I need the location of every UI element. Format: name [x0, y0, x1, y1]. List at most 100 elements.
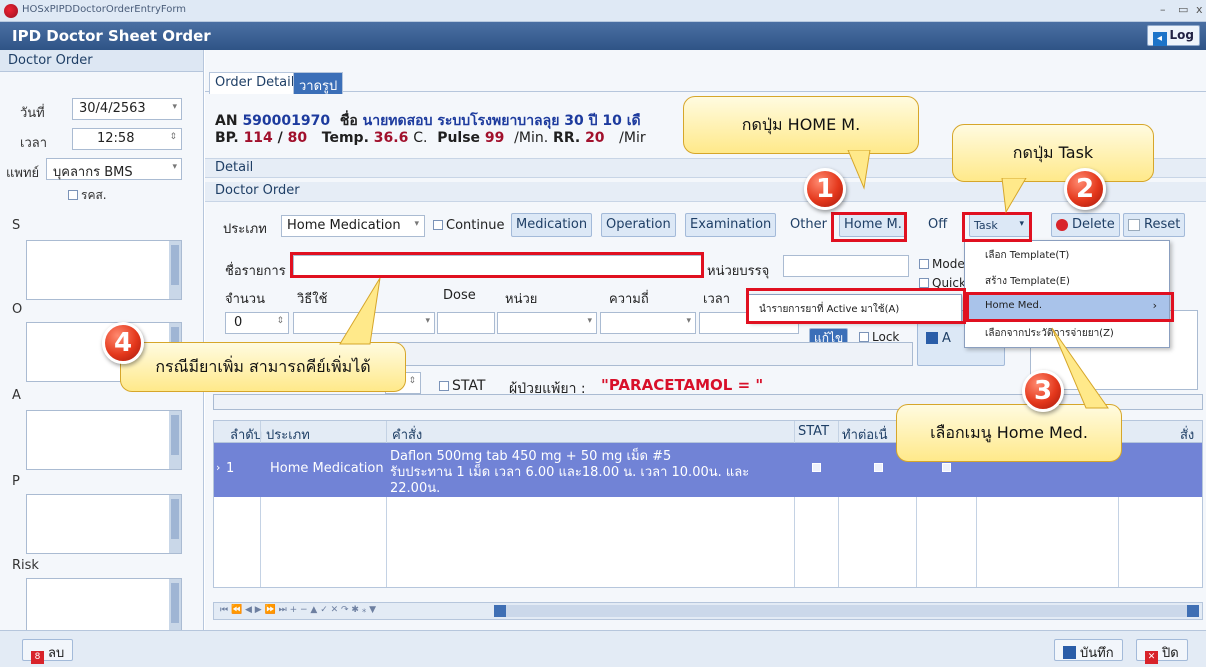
route-label: วิธีใช้	[297, 292, 328, 307]
menu-item-choose-template[interactable]: เลือก Template(T)	[965, 243, 1169, 269]
logout-button[interactable]: ◂ Log	[1146, 25, 1200, 46]
logout-icon: ◂	[1152, 32, 1167, 46]
order-type-select[interactable]: Home Medication ▾	[281, 215, 425, 237]
minimize-button[interactable]: –	[1160, 3, 1166, 16]
unit-pack-label: หน่วยบรรจุ	[707, 264, 770, 279]
scrollbar[interactable]	[169, 411, 181, 469]
delete-button[interactable]: Delete	[1051, 213, 1120, 237]
soap-label-s: S	[12, 218, 21, 233]
col-index[interactable]: ลำดับ	[230, 424, 262, 445]
spinner-icon: ⇕	[276, 316, 284, 326]
tab-order-detail[interactable]: Order Detail	[209, 72, 301, 94]
maximize-button[interactable]: ▭	[1178, 3, 1188, 16]
doctor-select[interactable]: บุคลากร BMS ▾	[46, 158, 182, 180]
soap-label-o: O	[12, 302, 23, 317]
frequency-select[interactable]: ▾	[600, 312, 696, 334]
soap-a-textarea[interactable]	[26, 410, 182, 470]
off-button[interactable]: Off	[923, 213, 952, 237]
col-type[interactable]: ประเภท	[266, 424, 310, 445]
step-4-badge: 4	[102, 322, 144, 364]
scrollbar[interactable]	[169, 495, 181, 553]
callout-task: กดปุ่ม Task	[952, 124, 1154, 182]
examination-button[interactable]: Examination	[685, 213, 777, 237]
reset-icon	[1128, 219, 1140, 231]
chevron-down-icon: ▾	[587, 316, 592, 326]
save-button[interactable]: บันทึก	[1054, 639, 1123, 661]
scrollbar[interactable]	[169, 579, 181, 637]
callout-add-more: กรณีมียาเพิ่ม สามารถคีย์เพิ่มได้	[120, 342, 406, 392]
highlight-item-name	[290, 252, 704, 278]
chevron-down-icon: ▾	[425, 316, 430, 326]
medication-button[interactable]: Medication	[511, 213, 593, 237]
soap-risk-textarea[interactable]	[26, 578, 182, 638]
scrollbar[interactable]	[169, 241, 181, 299]
other-button[interactable]: Other	[785, 213, 832, 237]
col-stat[interactable]: STAT	[798, 424, 829, 439]
type-label: ประเภท	[223, 222, 267, 237]
dose-input[interactable]	[437, 312, 495, 334]
form-title: IPD Doctor Sheet Order	[12, 27, 211, 45]
soap-p-textarea[interactable]	[26, 494, 182, 554]
form-header: IPD Doctor Sheet Order ◂ Log	[0, 22, 1206, 50]
rks-checkbox[interactable]: รคส.	[68, 186, 107, 205]
window-title: HOSxPIPDDoctorOrderEntryForm	[22, 4, 187, 15]
chevron-down-icon: ▾	[172, 162, 177, 172]
row-indicator-icon: ›	[216, 461, 221, 474]
date-label: วันที่	[20, 106, 45, 121]
mode-checkbox[interactable]: Mode	[919, 257, 965, 271]
col-continuous[interactable]: ทำต่อเนื่	[842, 424, 887, 445]
time-label: เวลา	[20, 136, 48, 151]
grid-navigator-icons[interactable]: ⏮ ⏪ ◀ ▶ ⏩ ⏭ + − ▲ ✓ ✕ ↷ ✱ ⁎ ▼	[220, 605, 376, 615]
bottom-bar: 8 ลบ บันทึก ✕ ปิด	[0, 630, 1206, 667]
save-icon	[926, 332, 938, 344]
row-check-icon[interactable]	[942, 463, 951, 472]
chevron-down-icon: ▾	[414, 219, 419, 229]
highlight-home-med	[966, 292, 1174, 322]
unit-select[interactable]: ▾	[497, 312, 597, 334]
step-3-badge: 3	[1022, 370, 1064, 412]
callout-home-m: กดปุ่ม HOME M.	[683, 96, 919, 154]
app-icon	[4, 4, 18, 18]
item-name-label: ชื่อรายการ	[225, 264, 286, 279]
allergy-value: "PARACETAMOL = "	[601, 376, 764, 394]
close-icon: ✕	[1145, 651, 1158, 664]
tab-bar: Order Detail วาดรูป	[205, 70, 1206, 94]
close-button[interactable]: ✕ ปิด	[1136, 639, 1188, 664]
continuous-check-icon[interactable]	[874, 463, 883, 472]
doctor-order-panel-title: Doctor Order	[0, 50, 203, 72]
tab-drawing[interactable]: วาดรูป	[293, 72, 344, 94]
continue-checkbox[interactable]: Continue	[433, 218, 504, 233]
close-window-button[interactable]: x	[1196, 3, 1203, 16]
row-order-line-2: รับประทาน 1 เม็ด เวลา 6.00 และ18.00 น. เ…	[390, 465, 750, 480]
unit-label: หน่วย	[505, 292, 538, 307]
highlight-submenu	[746, 288, 966, 324]
step-2-badge: 2	[1064, 168, 1106, 210]
dose-label: Dose	[443, 288, 476, 303]
time-field[interactable]: 12:58 ⇕	[72, 128, 182, 150]
callout-tail-2	[1001, 178, 1027, 214]
soap-s-textarea[interactable]	[26, 240, 182, 300]
window-titlebar: HOSxPIPDDoctorOrderEntryForm – ▭ x	[0, 0, 1206, 22]
patient-info-line-2: BP. 114 / 80 Temp. 36.6 C. Pulse 99 /Min…	[215, 130, 646, 146]
doctor-label: แพทย์	[6, 166, 40, 181]
delete-record-button[interactable]: 8 ลบ	[22, 639, 74, 664]
col-order[interactable]: คำสั่ง	[392, 424, 422, 445]
row-index: 1	[226, 461, 235, 476]
operation-button[interactable]: Operation	[601, 213, 676, 237]
grid-navigator[interactable]: ⏮ ⏪ ◀ ▶ ⏩ ⏭ + − ▲ ✓ ✕ ↷ ✱ ⁎ ▼	[213, 602, 1203, 620]
chevron-down-icon: ▾	[686, 316, 691, 326]
unit-pack-input[interactable]	[783, 255, 909, 277]
reset-button[interactable]: Reset	[1123, 213, 1186, 237]
col-ordered[interactable]: สั่ง	[1180, 424, 1194, 445]
stat-check-icon[interactable]	[812, 463, 821, 472]
stat-checkbox[interactable]: STAT	[439, 378, 485, 394]
doctor-order-section-header: Doctor Order	[205, 182, 1206, 202]
horizontal-scrollbar[interactable]	[494, 605, 1199, 617]
highlight-task	[962, 212, 1032, 242]
step-1-badge: 1	[804, 168, 846, 210]
soap-label-risk: Risk	[12, 558, 39, 573]
date-field[interactable]: 30/4/2563 ▾	[72, 98, 182, 120]
qty-stepper[interactable]: 0 ⇕	[225, 312, 289, 334]
row-type: Home Medication	[270, 461, 384, 476]
soap-label-a: A	[12, 388, 21, 403]
